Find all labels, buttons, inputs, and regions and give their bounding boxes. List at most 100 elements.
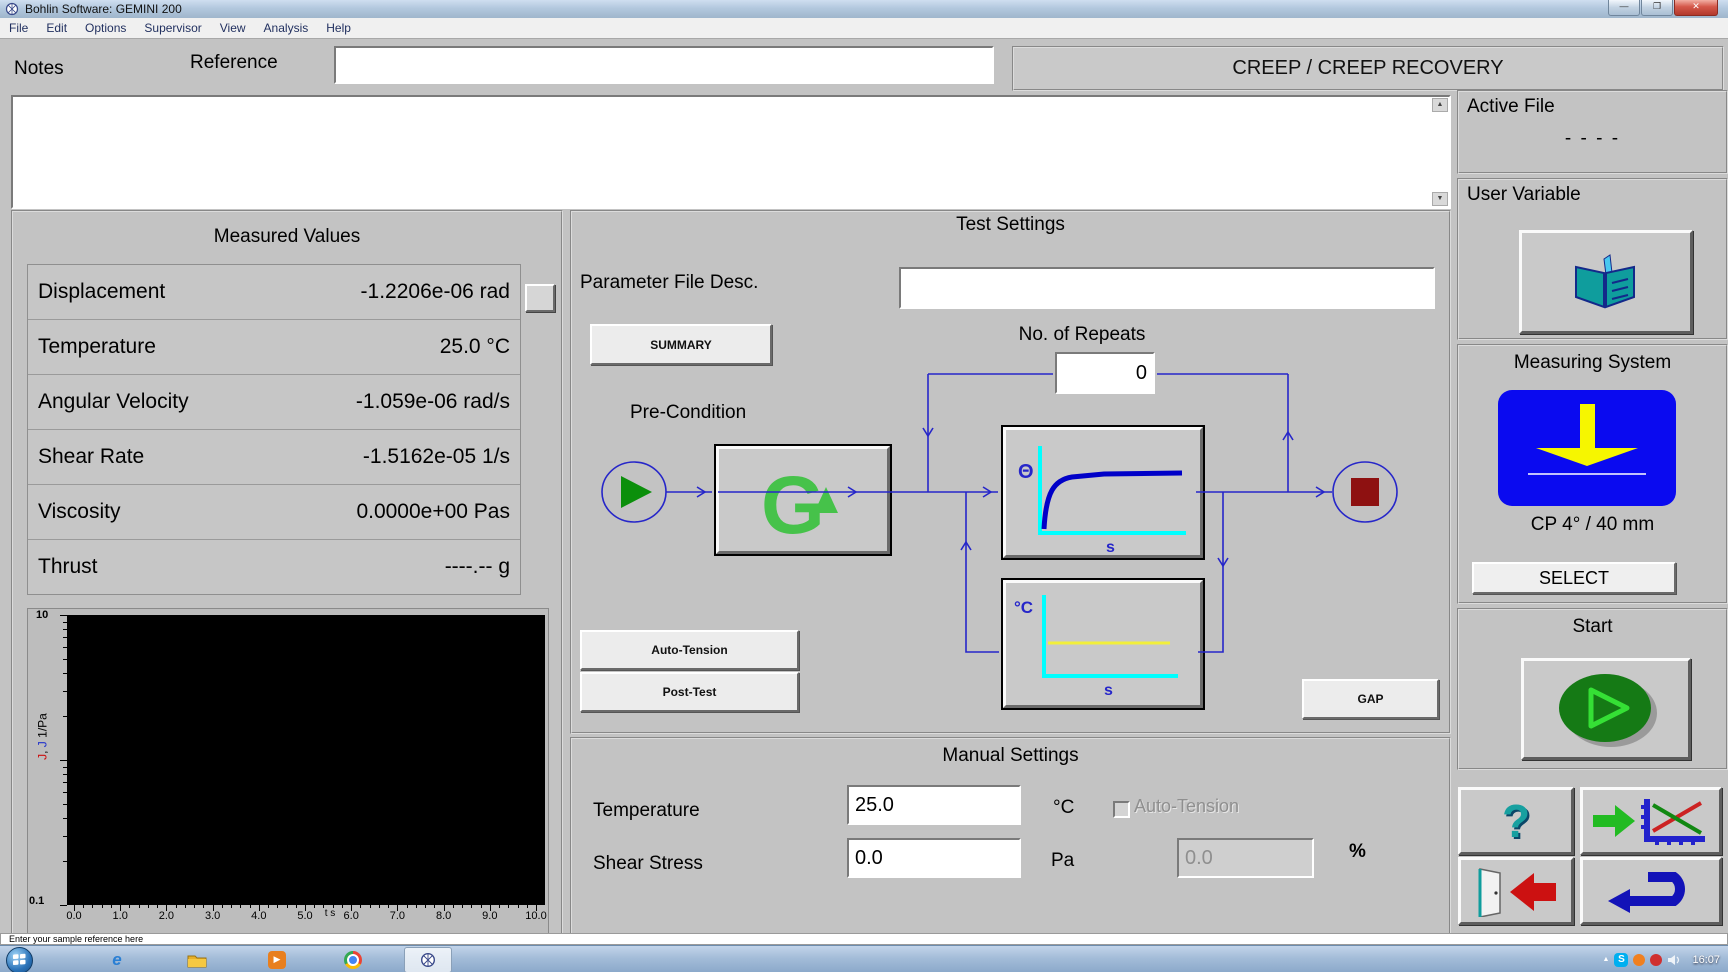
measured-value-reading: -1.2206e-06 rad [360,280,510,303]
measuring-system-icon [1498,390,1676,506]
notes-label: Notes [14,58,64,79]
start-play-icon [1559,674,1657,747]
tray-skype-icon[interactable]: S [1614,952,1629,967]
x-tick [406,905,408,908]
creep-x-symbol: s [1106,539,1115,555]
tray-chevron-icon[interactable]: ▲ [1603,956,1610,963]
return-button[interactable] [1580,857,1722,925]
tray-red-icon[interactable] [1650,953,1663,966]
x-tick-label: 1.0 [112,910,128,922]
x-tick-label: 4.0 [251,910,267,922]
measured-value-row: Displacement -1.2206e-06 rad [28,265,520,320]
x-tick-label: 6.0 [343,910,359,922]
shear-stress-input[interactable] [847,838,1021,878]
menu-item[interactable]: View [211,18,255,38]
y-tick [63,621,67,623]
x-tick [83,905,85,908]
precondition-node-button[interactable]: G [714,444,892,556]
close-button[interactable]: ✕ [1674,0,1718,16]
x-tick [286,905,288,908]
summary-button[interactable]: SUMMARY [590,324,772,365]
tray-volume-icon[interactable] [1667,954,1681,966]
post-test-button[interactable]: Post-Test [580,672,799,712]
active-file-value: - - - - [1564,128,1621,149]
select-measuring-system-button[interactable]: SELECT [1472,562,1676,594]
exit-button[interactable] [1458,857,1574,925]
status-bar: Enter your sample reference here [0,933,1728,945]
tray-orange-icon[interactable] [1633,953,1646,966]
menu-item[interactable]: File [0,18,37,38]
x-tick [508,905,510,908]
x-tick [277,905,279,908]
display-options-button[interactable] [525,284,555,312]
reference-input[interactable] [334,46,994,84]
menu-item[interactable]: Analysis [255,18,318,38]
menu-item[interactable]: Help [317,18,360,38]
window-titlebar: Bohlin Software: GEMINI 200 — ❐ ✕ [0,0,1728,19]
taskbar-ie-button[interactable]: e [106,949,128,970]
notes-scroll-up-icon[interactable]: ▲ [1432,98,1448,112]
temperature-stage-button[interactable]: °C s [1001,578,1205,710]
y-tick [63,672,67,674]
x-tick-label: 8.0 [435,910,452,922]
x-tick [517,905,519,908]
x-tick [526,905,528,908]
start-button[interactable] [1521,658,1691,760]
x-tick [138,905,140,908]
test-settings-title: Test Settings [956,214,1065,235]
taskbar-explorer-button[interactable] [186,949,208,970]
auto-tension-button[interactable]: Auto-Tension [580,630,799,670]
notes-scroll-down-icon[interactable]: ▼ [1432,192,1448,206]
creep-stage-button[interactable]: Θ s [1001,425,1205,560]
x-tick-label: 3.0 [204,910,221,922]
menu-item[interactable]: Edit [37,18,76,38]
active-file-panel: Active File - - - - [1457,90,1728,174]
page-title: CREEP / CREEP RECOVERY [1012,46,1724,91]
taskbar-media-player-button[interactable]: ▶ [266,949,288,970]
system-tray: ▲ S 16:07 [1603,946,1724,972]
taskbar-clock[interactable]: 16:07 [1692,954,1720,966]
svg-text:G: G [761,460,825,551]
temperature-input[interactable] [847,785,1021,825]
x-tick [249,905,251,908]
user-variable-button[interactable] [1519,230,1693,334]
start-title: Start [1572,616,1613,637]
go-to-results-button[interactable] [1580,787,1722,855]
measured-value-reading: 0.0000e+00 Pas [356,500,510,523]
restore-button[interactable]: ❐ [1641,0,1673,16]
taskbar-chrome-button[interactable] [342,949,364,970]
menu-item[interactable]: Supervisor [135,18,210,38]
minimize-button[interactable]: — [1608,0,1640,16]
gap-button[interactable]: GAP [1302,679,1439,719]
user-variable-panel: User Variable [1457,178,1728,340]
x-tick [175,905,177,908]
y-tick [63,817,67,819]
measured-value-label: Thrust [38,555,98,578]
menu-item[interactable]: Options [76,18,135,38]
help-button[interactable]: ? [1458,787,1574,855]
measured-value-label: Viscosity [38,500,121,523]
measured-value-row: Temperature 25.0 °C [28,320,520,375]
measured-values-title: Measured Values [213,226,361,247]
x-tick [92,905,94,908]
parameter-file-input[interactable] [899,267,1435,309]
notes-box: ▲ ▼ [11,95,1451,209]
exit-door-icon [1478,868,1556,917]
book-icon [1575,254,1635,309]
x-tick [323,905,325,908]
x-tick [157,905,159,908]
y-axis-title: J, J 1/Pa [35,713,50,760]
notes-input[interactable] [13,97,1449,207]
y-tick [63,637,67,639]
repeats-input[interactable] [1055,352,1155,394]
y-tick [63,716,67,718]
shear-stress-unit: Pa [1051,850,1075,871]
taskbar-bohlin-button[interactable] [404,947,452,972]
x-tick-label: 0.0 [66,910,82,922]
measured-value-reading: 25.0 °C [439,335,510,358]
x-tick [194,905,196,908]
start-menu-button[interactable] [6,947,33,972]
reference-label: Reference [190,52,278,73]
y-tick [63,835,67,837]
measured-value-row: Shear Rate -1.5162e-05 1/s [28,430,520,485]
